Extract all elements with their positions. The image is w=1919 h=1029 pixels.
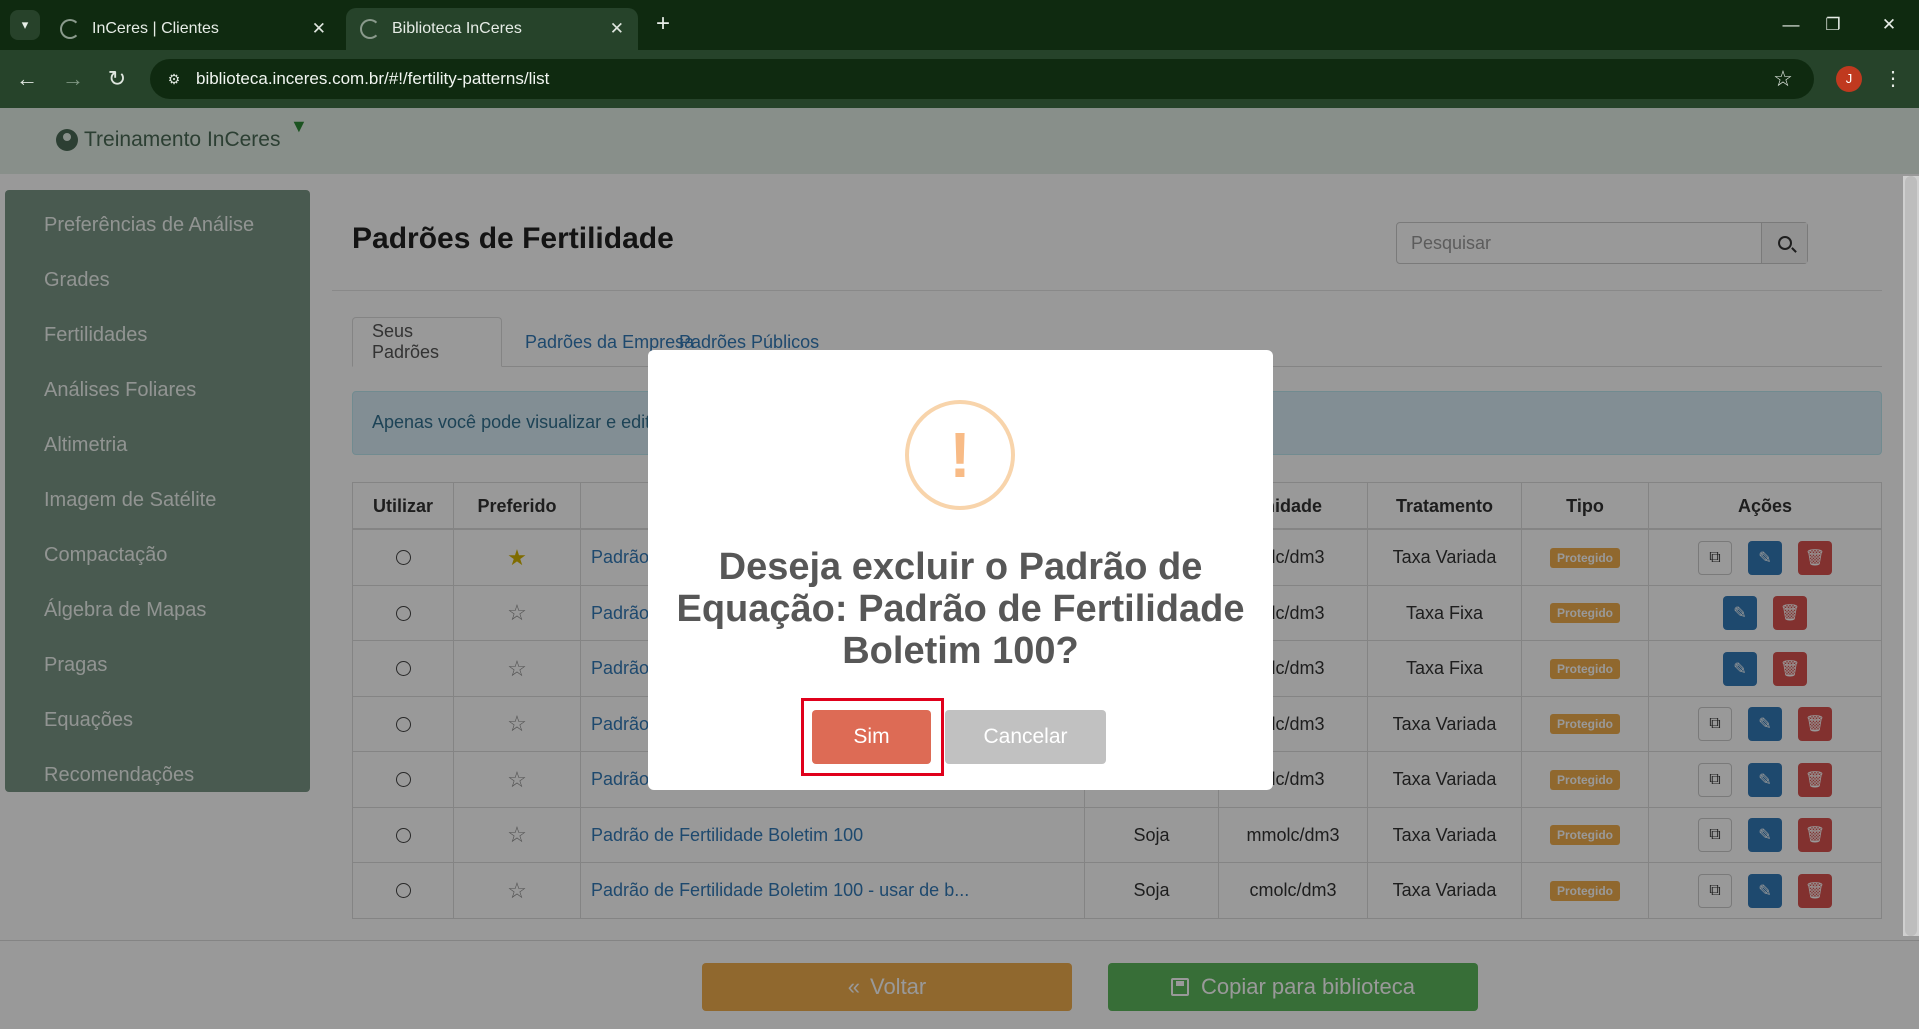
confirm-dialog: ! Deseja excluir o Padrão de Equação: Pa… (648, 350, 1273, 790)
loading-icon (60, 19, 80, 39)
site-settings-icon[interactable]: ⚙ (164, 69, 184, 89)
close-tab-icon[interactable]: ✕ (610, 19, 624, 39)
reload-icon[interactable]: ↻ (102, 64, 132, 94)
browser-tab-clientes[interactable]: InCeres | Clientes ✕ (46, 8, 340, 50)
scrollbar[interactable] (1903, 176, 1919, 936)
browser-tab-bar: ▾ InCeres | Clientes ✕ Biblioteca InCere… (0, 0, 1919, 50)
tab-search-button[interactable]: ▾ (10, 10, 40, 40)
loading-icon (360, 19, 380, 39)
confirm-button[interactable]: Sim (812, 710, 931, 764)
back-arrow-icon[interactable]: ← (12, 64, 42, 94)
close-window-button[interactable]: ✕ (1869, 10, 1909, 40)
new-tab-button[interactable]: + (650, 11, 676, 37)
url-field[interactable]: ⚙ biblioteca.inceres.com.br/#!/fertility… (150, 59, 1814, 99)
cancel-button[interactable]: Cancelar (945, 710, 1106, 764)
browser-tab-biblioteca[interactable]: Biblioteca InCeres ✕ (346, 8, 638, 50)
restore-button[interactable]: ❐ (1813, 10, 1853, 40)
warning-icon: ! (905, 400, 1015, 510)
minimize-button[interactable]: — (1771, 10, 1811, 40)
scrollbar-thumb[interactable] (1905, 176, 1917, 936)
address-bar: ← → ↻ ⚙ biblioteca.inceres.com.br/#!/fer… (0, 50, 1919, 108)
profile-avatar[interactable]: J (1836, 66, 1862, 92)
close-tab-icon[interactable]: ✕ (312, 19, 326, 39)
forward-arrow-icon[interactable]: → (58, 64, 88, 94)
tab-title: Biblioteca InCeres (392, 20, 522, 37)
bookmark-star-icon[interactable]: ☆ (1770, 66, 1796, 92)
url-text: biblioteca.inceres.com.br/#!/fertility-p… (196, 69, 550, 88)
tab-title: InCeres | Clientes (92, 20, 219, 37)
dialog-message: Deseja excluir o Padrão de Equação: Padr… (676, 546, 1245, 672)
browser-menu-icon[interactable]: ⋮ (1878, 64, 1908, 94)
